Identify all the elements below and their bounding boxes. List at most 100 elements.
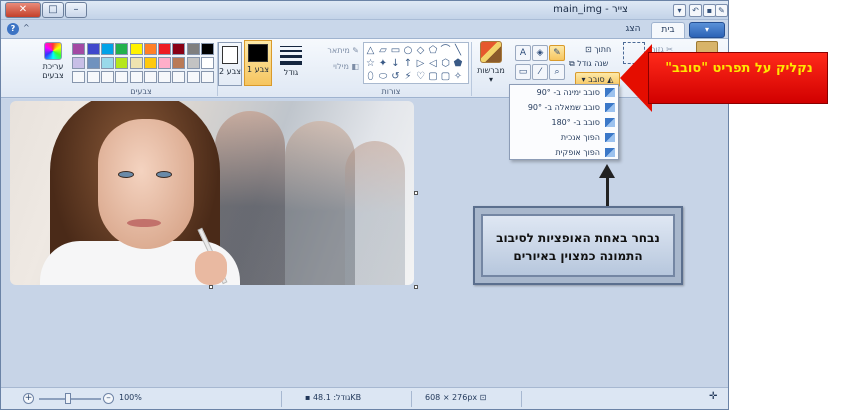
color-swatch[interactable] [100, 43, 114, 55]
arrow-left-icon[interactable]: ◁ [427, 59, 439, 69]
hexagon-icon[interactable]: ⬡ [440, 59, 452, 69]
lips [127, 219, 161, 227]
custom-color-slot[interactable] [100, 71, 114, 83]
color-swatch[interactable] [143, 57, 157, 69]
zoom-slider-thumb[interactable] [65, 393, 71, 404]
color-swatch[interactable] [186, 57, 200, 69]
custom-color-slot[interactable] [72, 71, 86, 83]
canvas-image[interactable] [10, 101, 414, 285]
colors-group-label: צבעים [130, 87, 152, 96]
brushes-button[interactable]: מברשות ▾ [473, 41, 509, 87]
outline-button[interactable]: מיתאר ✎ [309, 43, 359, 59]
rotate-right-90-item[interactable]: סובב ימינה ב- 90° [510, 85, 618, 100]
arrow-right-icon[interactable]: ▷ [415, 59, 427, 69]
cursor-position-icon: ✛ [709, 391, 718, 402]
resize-handle-bottom[interactable] [209, 285, 213, 289]
color-picker-icon[interactable]: ⁄ [532, 64, 548, 80]
rotate-left-90-item[interactable]: סובב שמאלה ב- 90° [510, 100, 618, 115]
flip-vertical-item[interactable]: הפוך אנכית [510, 130, 618, 145]
custom-color-slot[interactable] [158, 71, 172, 83]
dimensions-label: 608 × 276px [425, 393, 478, 402]
star5-icon[interactable]: ☆ [365, 59, 377, 69]
help-icon[interactable]: ? [7, 23, 19, 35]
rectangle-icon[interactable]: ▭ [390, 46, 402, 56]
zoom-level: 100% [119, 393, 142, 402]
fill-button[interactable]: מילוי ◧ [309, 59, 359, 75]
custom-color-slot[interactable] [86, 71, 100, 83]
curve-arrow-icon[interactable]: ↺ [390, 72, 402, 82]
pencil-icon[interactable]: ✎ [549, 45, 565, 61]
app-menu-button[interactable]: ▾ [689, 22, 725, 38]
color-swatch[interactable] [72, 57, 86, 69]
tab-home[interactable]: בית [651, 22, 685, 38]
triangle-icon[interactable]: △ [365, 46, 377, 56]
crop-button[interactable]: ⊡ חתוך [585, 43, 611, 57]
cloud-icon[interactable]: ⬭ [377, 72, 389, 82]
resize-button[interactable]: ⧉ שנה גודל [569, 57, 608, 71]
diamond-icon[interactable]: ◇ [415, 46, 427, 56]
color-swatch[interactable] [115, 57, 129, 69]
minimize-ribbon-icon[interactable]: ^ [23, 23, 30, 32]
arrow-down-icon[interactable]: ↓ [390, 59, 402, 69]
lightning-icon[interactable]: ⚡ [402, 72, 414, 82]
edit-colors-button[interactable]: עריכת צבעים [37, 42, 69, 86]
fill-bucket-icon[interactable]: ◈ [532, 45, 548, 61]
size-button[interactable]: גודל [276, 42, 306, 86]
curve-icon[interactable]: ⌒ [440, 46, 452, 56]
color-swatch[interactable] [172, 57, 186, 69]
size-line [280, 61, 302, 65]
minimize-button[interactable]: – [65, 2, 87, 18]
ellipse-icon[interactable]: ⬯ [365, 72, 377, 82]
color-swatch[interactable] [129, 43, 143, 55]
resize-handle-right[interactable] [414, 191, 418, 195]
eraser-icon[interactable]: ▭ [515, 64, 531, 80]
color-swatch[interactable] [115, 43, 129, 55]
color-swatch[interactable] [186, 43, 200, 55]
pentagon-icon[interactable]: ⬟ [452, 59, 464, 69]
heart-icon[interactable]: ♡ [415, 72, 427, 82]
oval-icon[interactable]: ○ [402, 46, 414, 56]
color-swatch[interactable] [86, 43, 100, 55]
star6-icon[interactable]: ✧ [452, 72, 464, 82]
color-swatch[interactable] [86, 57, 100, 69]
custom-color-slot[interactable] [201, 71, 214, 83]
custom-color-slot[interactable] [143, 71, 157, 83]
resize-handle-corner[interactable] [414, 285, 418, 289]
color-swatch[interactable] [72, 43, 86, 55]
star4-icon[interactable]: ✦ [377, 59, 389, 69]
polygon-icon[interactable]: ⬠ [427, 46, 439, 56]
rotate-label: סובב [588, 75, 605, 84]
parallelogram-icon[interactable]: ▱ [377, 46, 389, 56]
custom-color-slot[interactable] [129, 71, 143, 83]
custom-color-slot[interactable] [115, 71, 129, 83]
tab-view[interactable]: הצג [619, 22, 647, 38]
color1-button[interactable]: צבע 1 [244, 40, 272, 86]
rounded-callout-icon[interactable]: ▢ [427, 72, 439, 82]
text-tool-icon[interactable]: A [515, 45, 531, 61]
quick-access-dropdown-icon[interactable]: ▾ [673, 4, 686, 17]
magnifier-icon[interactable]: ⌕ [549, 64, 565, 80]
line-icon[interactable]: ╲ [452, 46, 464, 56]
color-swatch[interactable] [172, 43, 186, 55]
color-swatch[interactable] [129, 57, 143, 69]
color-swatch[interactable] [100, 57, 114, 69]
zoom-out-button[interactable]: – [103, 393, 114, 404]
color-swatch[interactable] [158, 57, 172, 69]
shapes-gallery[interactable]: ╲ ⌒ ⬠ ◇ ○ ▭ ▱ △ ⬟ ⬡ ◁ ▷ ↑ ↓ ✦ ☆ ✧ ▢ ▢ ♡ ⚡ ↺ ⬭ ⬯ [363, 42, 469, 84]
color-swatch[interactable] [201, 43, 214, 55]
custom-color-slot[interactable] [186, 71, 200, 83]
undo-icon[interactable]: ↶ [689, 4, 702, 17]
eye [118, 171, 134, 178]
close-button[interactable]: ✕ [5, 2, 41, 18]
maximize-button[interactable]: □ [42, 2, 64, 18]
color2-button[interactable]: צבע 2 [218, 42, 242, 86]
color-swatch[interactable] [143, 43, 157, 55]
flip-horizontal-item[interactable]: הפוך אופקית [510, 145, 618, 160]
rotate-180-item[interactable]: סובב ב- 180° [510, 115, 618, 130]
callout-icon[interactable]: ▢ [440, 72, 452, 82]
zoom-in-button[interactable]: + [23, 393, 34, 404]
color-swatch[interactable] [158, 43, 172, 55]
custom-color-slot[interactable] [172, 71, 186, 83]
arrow-up-icon[interactable]: ↑ [402, 59, 414, 69]
color-swatch[interactable] [201, 57, 214, 69]
